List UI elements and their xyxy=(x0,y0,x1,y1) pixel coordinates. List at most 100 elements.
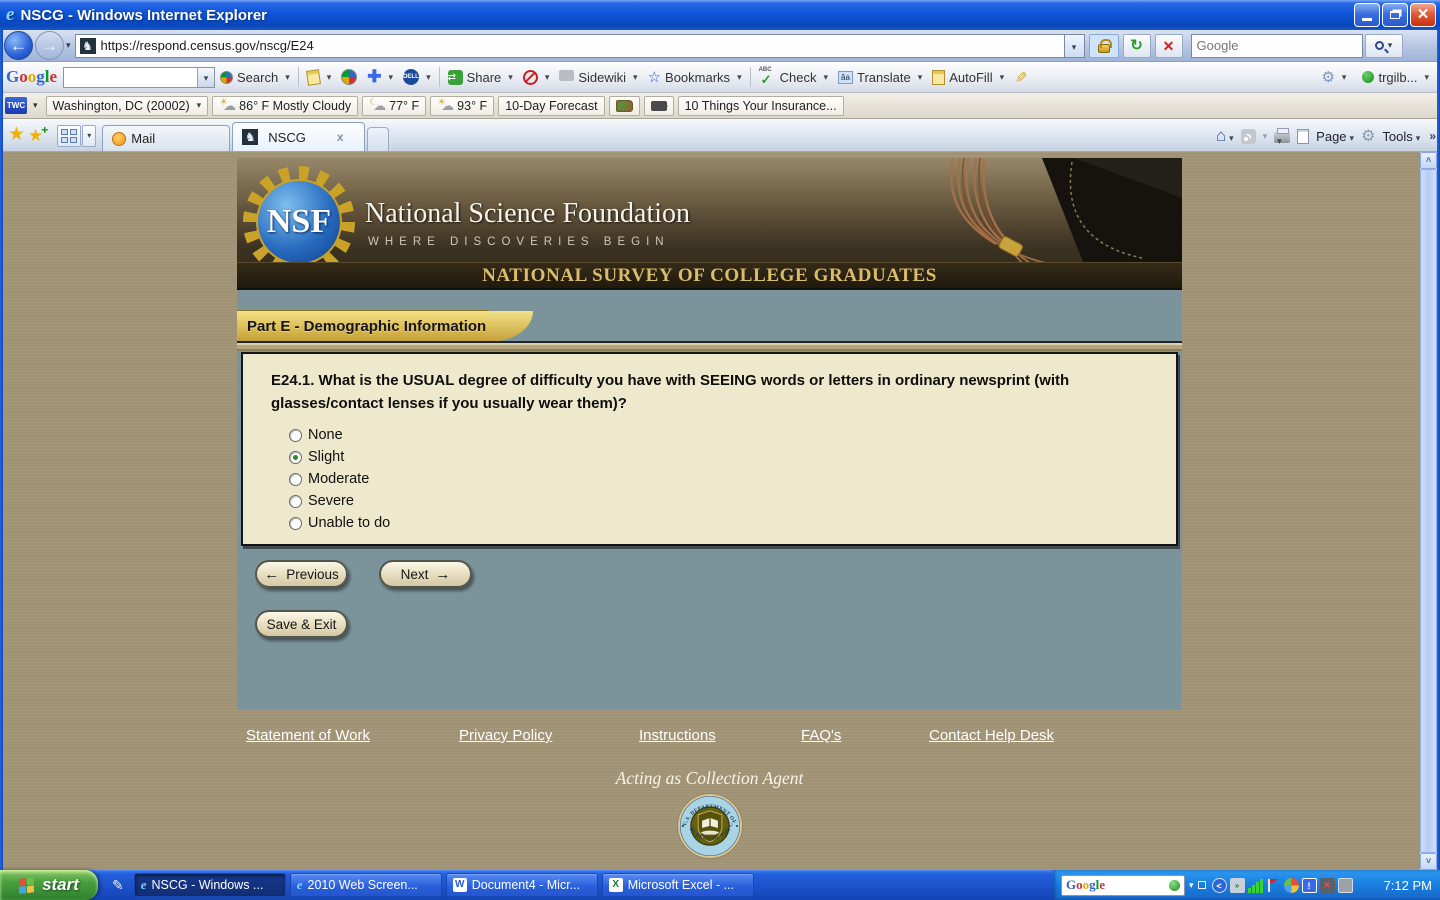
option-unable[interactable]: Unable to do xyxy=(289,512,1176,534)
add-favorite-icon[interactable]: ★ xyxy=(28,126,43,146)
account-button[interactable]: trgilb... xyxy=(1357,65,1434,89)
scrollbar-thumb[interactable] xyxy=(1420,169,1437,853)
tray-hide-icons-icon[interactable]: < xyxy=(1212,878,1227,893)
magnifier-icon xyxy=(1375,41,1384,50)
taskbar-item-word[interactable]: W Document4 - Micr... xyxy=(446,873,598,897)
save-exit-button[interactable]: Save & Exit xyxy=(255,610,348,638)
news-headline-button[interactable]: 10 Things Your Insurance... xyxy=(678,96,844,116)
tab-mail[interactable]: Mail xyxy=(102,125,230,151)
start-button[interactable]: start xyxy=(0,870,98,900)
tab-list-dropdown[interactable]: ▾ xyxy=(82,125,96,147)
tray-collapse-icon[interactable] xyxy=(1198,881,1206,889)
question-panel: E24.1. What is the USUAL degree of diffi… xyxy=(241,352,1178,546)
twc-dropdown-icon[interactable]: ▾ xyxy=(33,100,38,111)
google-search-dropdown[interactable]: ▾ xyxy=(197,68,214,87)
history-dropdown-icon[interactable]: ▾ xyxy=(66,40,71,51)
overflow-chevron-icon[interactable]: » xyxy=(1429,129,1436,143)
refresh-button[interactable]: ↻ xyxy=(1123,34,1151,58)
share-button[interactable]: ⇄ Share xyxy=(443,65,518,89)
option-slight[interactable]: Slight xyxy=(289,446,1176,468)
tray-google-search[interactable]: Google xyxy=(1061,875,1185,896)
option-label: Unable to do xyxy=(308,515,390,531)
google-search-box[interactable]: ▾ xyxy=(63,67,215,88)
taskbar-item-nscg[interactable]: e NSCG - Windows ... xyxy=(134,873,286,897)
ie-search-input[interactable] xyxy=(1197,38,1357,53)
stop-button[interactable]: ✕ xyxy=(1155,34,1183,58)
scroll-up-button[interactable]: ˄ xyxy=(1420,152,1437,169)
address-field[interactable]: ♞ xyxy=(75,34,1065,58)
restore-button[interactable] xyxy=(1382,3,1408,27)
tab-nscg[interactable]: ♞ NSCG x xyxy=(232,122,365,151)
share-icon: ⇄ xyxy=(448,70,463,85)
taskbar-item-excel[interactable]: X Microsoft Excel - ... xyxy=(602,873,754,897)
radio-button[interactable] xyxy=(289,517,302,530)
translate-button[interactable]: âa Translate xyxy=(833,65,927,89)
search-go-button[interactable]: ▾ xyxy=(1365,34,1403,58)
tray-alert-icon[interactable]: ! xyxy=(1302,878,1317,893)
page-menu-button[interactable]: Page xyxy=(1316,129,1354,144)
vertical-scrollbar[interactable]: ˄ ˅ xyxy=(1420,152,1437,870)
dell-button[interactable]: DELL xyxy=(398,65,436,89)
option-none[interactable]: None xyxy=(289,424,1176,446)
news-button[interactable] xyxy=(302,65,337,89)
radio-button[interactable] xyxy=(289,495,302,508)
link-instructions[interactable]: Instructions xyxy=(639,727,716,744)
twc-logo[interactable]: TWC xyxy=(5,97,27,114)
sidewiki-button[interactable]: Sidewiki xyxy=(554,65,642,89)
toolbar-settings-button[interactable]: ⚙ xyxy=(1316,65,1351,89)
tray-swirl-icon[interactable] xyxy=(1284,878,1299,893)
add-button[interactable]: ✚ xyxy=(362,65,398,89)
tray-error-icon[interactable]: ✕ xyxy=(1320,878,1335,893)
tray-signal-icon[interactable] xyxy=(1248,878,1263,893)
tools-menu-button[interactable]: Tools xyxy=(1382,129,1420,144)
tab-close-icon[interactable]: x xyxy=(337,130,344,144)
swirl-button[interactable] xyxy=(336,65,362,89)
forward-button[interactable]: → xyxy=(35,31,64,60)
weather-high-chip[interactable]: ☀☁ 93° F xyxy=(430,96,494,116)
previous-button[interactable]: ← Previous xyxy=(255,560,348,588)
weather-low-chip[interactable]: ☾☁ 77° F xyxy=(362,96,426,116)
tray-flag-icon[interactable] xyxy=(1266,878,1281,893)
highlighter-button[interactable]: ✎ xyxy=(1009,65,1032,89)
rss-feed-icon[interactable] xyxy=(1241,129,1256,144)
link-contact-help-desk[interactable]: Contact Help Desk xyxy=(929,727,1054,744)
weather-video-button[interactable] xyxy=(644,96,674,116)
option-moderate[interactable]: Moderate xyxy=(289,468,1176,490)
new-tab-stub[interactable] xyxy=(367,127,389,151)
quick-tabs-button[interactable] xyxy=(57,125,81,147)
option-severe[interactable]: Severe xyxy=(289,490,1176,512)
google-search-button[interactable]: Search xyxy=(215,65,295,89)
tray-search-dropdown-icon[interactable]: ▾ xyxy=(1189,880,1194,891)
radio-button[interactable] xyxy=(289,473,302,486)
tray-network-icon[interactable]: » xyxy=(1230,878,1245,893)
autofill-button[interactable]: AutoFill xyxy=(927,65,1009,89)
home-button[interactable]: ⌂ xyxy=(1216,126,1234,146)
radio-button-selected[interactable] xyxy=(289,451,302,464)
address-input[interactable] xyxy=(101,38,1060,53)
ie-search-box[interactable] xyxy=(1191,34,1363,58)
address-dropdown-button[interactable]: ▾ xyxy=(1065,34,1085,58)
favorites-icon[interactable]: ★ xyxy=(8,123,25,146)
weather-map-button[interactable] xyxy=(609,96,640,116)
link-privacy-policy[interactable]: Privacy Policy xyxy=(459,727,552,744)
link-faqs[interactable]: FAQ's xyxy=(801,727,841,744)
tray-display-icon[interactable] xyxy=(1338,878,1353,893)
close-button[interactable]: ✕ xyxy=(1410,3,1436,27)
weather-current-chip[interactable]: ☀☁ 86° F Mostly Cloudy xyxy=(212,96,358,116)
quick-launch-pen-icon[interactable]: ✎ xyxy=(112,877,124,894)
forecast-button[interactable]: 10-Day Forecast xyxy=(498,96,604,116)
minimize-button[interactable] xyxy=(1354,3,1380,27)
next-button[interactable]: Next → xyxy=(379,560,472,588)
print-button[interactable] xyxy=(1274,132,1290,143)
link-statement-of-work[interactable]: Statement of Work xyxy=(246,727,370,744)
security-lock-button[interactable] xyxy=(1089,34,1119,58)
spellcheck-button[interactable]: ABC✓ Check xyxy=(754,65,833,89)
section-tab: Part E - Demographic Information xyxy=(237,310,489,341)
bookmarks-button[interactable]: ☆ Bookmarks xyxy=(643,65,747,89)
weather-location-button[interactable]: Washington, DC (20002) xyxy=(46,96,209,116)
taskbar-item-webscreen[interactable]: e 2010 Web Screen... xyxy=(290,873,442,897)
scroll-down-button[interactable]: ˅ xyxy=(1420,853,1437,870)
radio-button[interactable] xyxy=(289,429,302,442)
back-button[interactable]: ← xyxy=(4,31,33,60)
block-button[interactable] xyxy=(518,65,555,89)
